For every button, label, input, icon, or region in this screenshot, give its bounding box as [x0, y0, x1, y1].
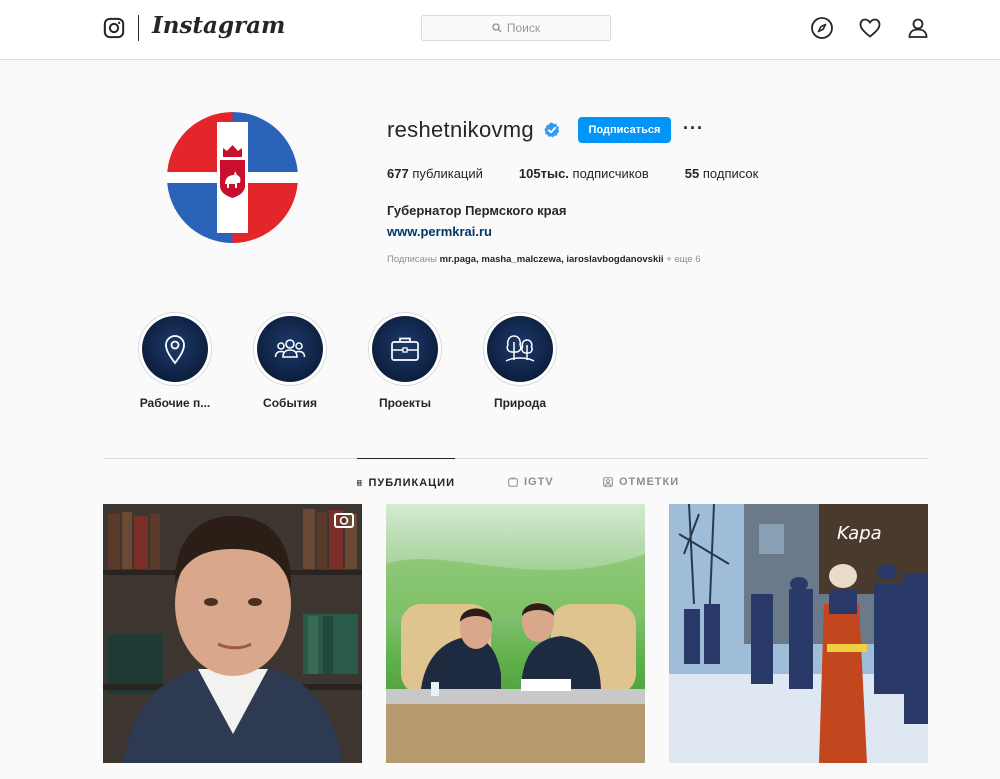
- post-thumbnail[interactable]: [386, 504, 645, 763]
- user-icon: [908, 18, 928, 38]
- follow-button[interactable]: Подписаться: [578, 117, 671, 143]
- highlight-label: Проекты: [378, 396, 432, 410]
- highlight-label: Природа: [493, 396, 547, 410]
- logo-divider: [138, 15, 139, 41]
- highlight-label: События: [263, 396, 317, 410]
- highlight-nature[interactable]: Природа: [460, 312, 580, 410]
- highlight-label: Рабочие п...: [139, 396, 211, 410]
- location-pin-icon: [165, 335, 185, 365]
- post-thumbnail[interactable]: Kapa: [669, 504, 928, 763]
- followed-by[interactable]: Подписаны mr.paga, masha_malczewa, iaros…: [387, 254, 701, 265]
- heart-icon: [859, 18, 881, 38]
- post-thumbnail[interactable]: [103, 504, 362, 763]
- followers-count[interactable]: 105тыс. подписчиков: [519, 166, 649, 181]
- following-count[interactable]: 55 подписок: [685, 166, 759, 181]
- profile-avatar[interactable]: [167, 112, 298, 243]
- people-group-icon: [274, 339, 306, 358]
- tagged-icon: [603, 477, 613, 487]
- verified-badge-icon: [544, 122, 560, 138]
- perm-krai-flag-emblem: [167, 112, 298, 243]
- briefcase-icon: [391, 337, 419, 361]
- tab-igtv[interactable]: IGTV: [508, 458, 554, 506]
- tab-tagged[interactable]: ОТМЕТКИ: [603, 458, 679, 506]
- explore-button[interactable]: [810, 16, 834, 45]
- trees-icon: [505, 335, 535, 362]
- highlight-projects[interactable]: Проекты: [345, 312, 465, 410]
- activity-button[interactable]: [858, 16, 882, 45]
- post-image-governor-video: [103, 504, 362, 763]
- profile-website-link[interactable]: www.permkrai.ru: [387, 224, 492, 239]
- search-placeholder: Поиск: [506, 21, 541, 35]
- search-input[interactable]: Поиск: [421, 15, 611, 41]
- posts-count: 677 публикаций: [387, 166, 483, 181]
- instagram-camera-icon[interactable]: [103, 17, 125, 39]
- compass-icon: [811, 17, 833, 39]
- profile-username: reshetnikovmg: [387, 117, 534, 142]
- profile-button[interactable]: [906, 16, 930, 45]
- top-navigation-bar: Instagram Поиск: [0, 0, 1000, 60]
- search-icon: [492, 23, 502, 33]
- instagram-wordmark[interactable]: Instagram: [152, 12, 285, 39]
- highlight-events[interactable]: События: [230, 312, 350, 410]
- tab-posts[interactable]: ПУБЛИКАЦИИ: [357, 458, 455, 506]
- profile-full-name: Губернатор Пермского края: [387, 203, 567, 218]
- post-image-rescue-scene: Kapa: [669, 504, 928, 763]
- svg-text:Kapa: Kapa: [837, 523, 882, 544]
- post-image-meeting: [386, 504, 645, 763]
- highlight-work[interactable]: Рабочие п...: [115, 312, 235, 410]
- igtv-icon: [508, 477, 518, 487]
- grid-icon: [357, 479, 363, 486]
- profile-stats: 677 публикаций 105тыс. подписчиков 55 по…: [387, 166, 794, 181]
- more-options-button[interactable]: ···: [683, 118, 704, 139]
